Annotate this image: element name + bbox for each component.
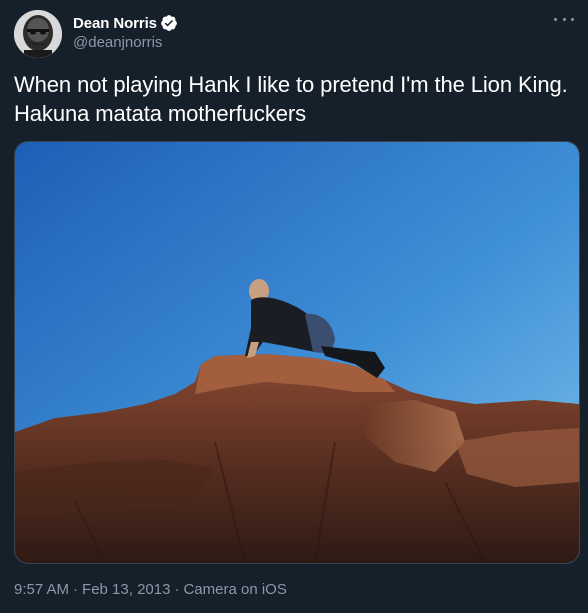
tweet-source[interactable]: Camera on iOS <box>183 581 286 598</box>
avatar[interactable] <box>14 10 62 58</box>
tweet-date[interactable]: Feb 13, 2013 <box>82 581 170 598</box>
tweet-header: Dean Norris @deanjnorris <box>14 10 178 58</box>
author-names: Dean Norris @deanjnorris <box>73 10 178 51</box>
verified-badge-icon <box>160 14 178 32</box>
more-options-icon[interactable] <box>554 12 574 26</box>
photo-image <box>15 142 579 563</box>
display-name-row: Dean Norris <box>73 13 178 33</box>
tweet-meta: 9:57 AM · Feb 13, 2013 · Camera on iOS <box>14 581 287 598</box>
tweet-time[interactable]: 9:57 AM <box>14 581 69 598</box>
meta-separator: · <box>73 581 79 598</box>
tweet-card: Dean Norris @deanjnorris When not playin… <box>0 0 588 613</box>
avatar-image <box>14 10 62 58</box>
display-name[interactable]: Dean Norris <box>73 15 157 32</box>
tweet-text: When not playing Hank I like to pretend … <box>14 72 568 126</box>
tweet-photo[interactable] <box>14 141 580 564</box>
author-handle[interactable]: @deanjnorris <box>73 34 178 51</box>
meta-separator: · <box>174 581 180 598</box>
